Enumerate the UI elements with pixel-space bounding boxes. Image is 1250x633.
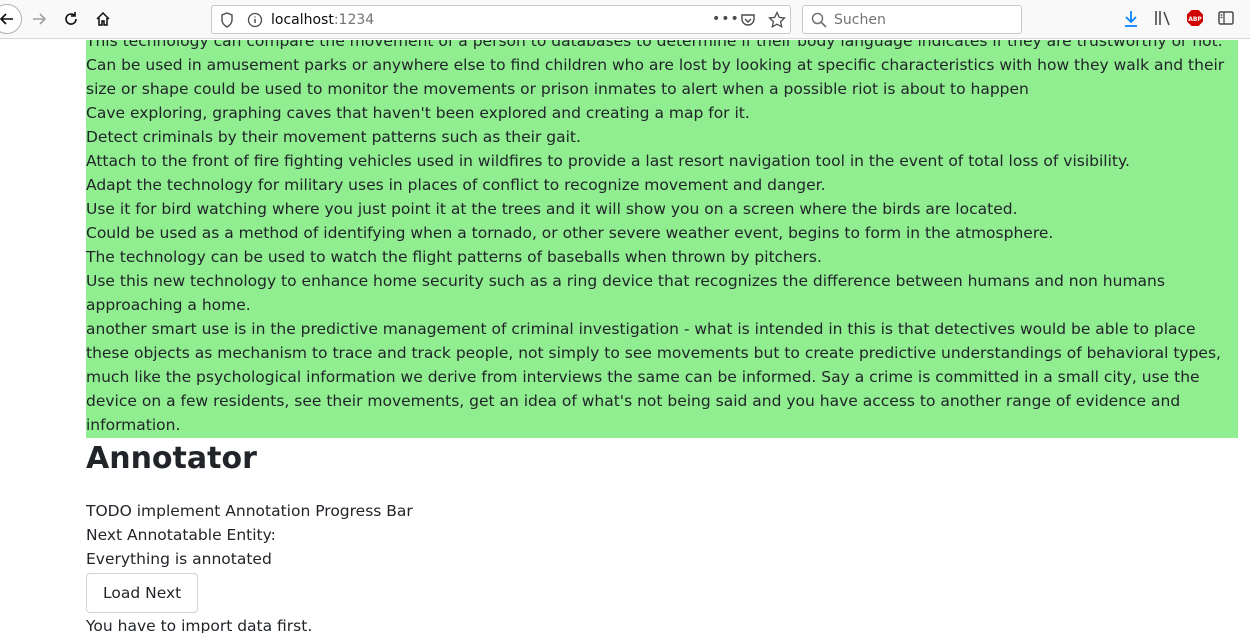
progress-placeholder: TODO implement Annotation Progress Bar <box>86 502 413 520</box>
entity-item: Attach to the front of fire fighting veh… <box>86 152 1130 170</box>
page-title: Annotator <box>86 441 257 476</box>
url-bar[interactable]: localhost:1234 ••• <box>211 5 791 34</box>
search-icon <box>811 12 827 32</box>
svg-text:ABP: ABP <box>1188 16 1202 23</box>
url-text[interactable]: localhost:1234 <box>271 12 374 28</box>
annotator-panel: TODO implement Annotation Progress Bar N… <box>86 499 1238 571</box>
sidebar-icon[interactable] <box>1217 9 1235 31</box>
load-next-button[interactable]: Load Next <box>86 573 199 613</box>
url-host: localhost <box>271 12 334 28</box>
annotation-status: Everything is annotated <box>86 550 272 568</box>
forward-arrow-icon[interactable] <box>24 4 54 34</box>
entity-item: The technology can be used to watch the … <box>86 248 822 266</box>
home-icon[interactable] <box>88 4 118 34</box>
entity-item: Could be used as a method of identifying… <box>86 224 1054 242</box>
reload-icon[interactable] <box>56 4 86 34</box>
entity-item: Detect criminals by their movement patte… <box>86 128 581 146</box>
page-actions-button[interactable]: ••• <box>712 11 740 27</box>
entity-item: Use this new technology to enhance home … <box>86 272 1165 314</box>
entity-item: It can be used in a Vive-style VR system… <box>86 437 1238 438</box>
entity-list-inner: This technology can compare the movement… <box>86 40 1238 438</box>
browser-toolbar: localhost:1234 ••• Suchen ABP <box>0 0 1250 39</box>
info-icon[interactable] <box>247 12 263 32</box>
entity-list: This technology can compare the movement… <box>86 40 1238 438</box>
url-port: :1234 <box>333 12 375 28</box>
page-content: This technology can compare the movement… <box>86 40 1238 633</box>
pocket-icon[interactable] <box>740 12 756 32</box>
entity-item: This technology can compare the movement… <box>86 40 1223 50</box>
search-bar[interactable]: Suchen <box>802 5 1022 34</box>
star-icon[interactable] <box>768 10 786 33</box>
entity-item: Adapt the technology for military uses i… <box>86 176 826 194</box>
download-icon[interactable] <box>1122 9 1140 33</box>
shield-icon[interactable] <box>220 12 234 32</box>
search-placeholder: Suchen <box>834 12 886 28</box>
entity-item: Cave exploring, graphing caves that have… <box>86 104 750 122</box>
import-hint: You have to import data first. <box>86 617 313 633</box>
next-entity-label: Next Annotatable Entity: <box>86 526 276 544</box>
library-icon[interactable] <box>1154 9 1172 31</box>
entity-item: Can be used in amusement parks or anywhe… <box>86 56 1225 98</box>
back-arrow-icon[interactable] <box>0 4 22 34</box>
entity-item: another smart use is in the predictive m… <box>86 320 1221 434</box>
abp-icon[interactable]: ABP <box>1186 9 1204 31</box>
entity-item: Use it for bird watching where you just … <box>86 200 1018 218</box>
